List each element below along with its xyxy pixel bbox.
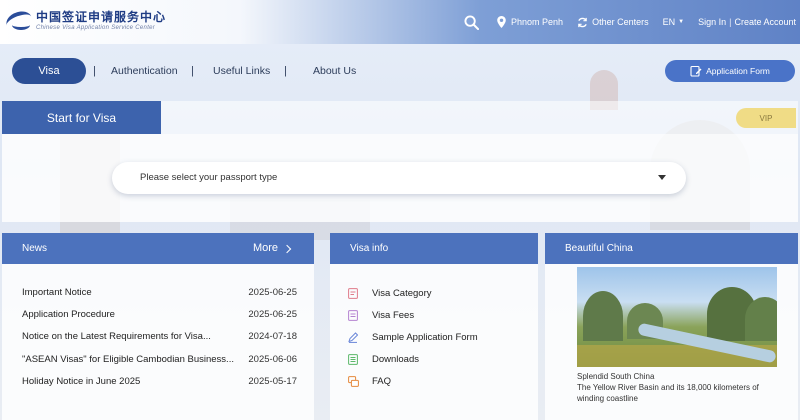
nav-separator: |: [191, 65, 194, 77]
news-item[interactable]: "ASEAN Visas" for Eligible Cambodian Bus…: [22, 348, 297, 370]
create-account-link[interactable]: Create Account: [734, 17, 796, 27]
start-for-visa-tab[interactable]: Start for Visa: [2, 101, 161, 134]
chevron-down-icon: ▼: [678, 19, 685, 25]
visa-info-item-fees[interactable]: Visa Fees: [348, 304, 478, 326]
visa-info-panel: Visa info Visa Category Visa Fees Sample…: [330, 233, 538, 420]
location-pin-icon: [497, 16, 506, 28]
news-title: News: [22, 243, 48, 254]
nav-useful-links[interactable]: Useful Links: [213, 58, 270, 84]
news-item-title: "ASEAN Visas" for Eligible Cambodian Bus…: [22, 353, 234, 365]
other-centers-label: Other Centers: [592, 17, 649, 27]
downloads-icon: [348, 353, 358, 365]
sign-in-link[interactable]: Sign In: [698, 17, 726, 27]
location-label: Phnom Penh: [511, 17, 564, 27]
visa-info-label: Downloads: [372, 353, 419, 365]
photo-caption-title: Splendid South China: [577, 372, 655, 381]
news-item-date: 2025-05-17: [248, 376, 297, 388]
search-icon: [464, 14, 480, 30]
visa-info-label: Sample Application Form: [372, 331, 478, 343]
news-item-title: Application Procedure: [22, 309, 115, 321]
location-selector[interactable]: Phnom Penh: [497, 16, 563, 28]
visa-info-label: Visa Fees: [372, 309, 415, 321]
news-item[interactable]: Important Notice 2025-06-25: [22, 281, 297, 303]
news-item-title: Notice on the Latest Requirements for Vi…: [22, 331, 211, 343]
news-item-date: 2024-07-18: [248, 331, 297, 343]
beautiful-china-title: Beautiful China: [565, 243, 633, 254]
visa-info-item-category[interactable]: Visa Category: [348, 282, 478, 304]
visa-info-title: Visa info: [350, 243, 389, 254]
chevron-right-icon: [282, 244, 292, 253]
news-panel: News More Important Notice 2025-06-25 Ap…: [2, 233, 314, 420]
more-label: More: [252, 242, 278, 254]
nav-visa[interactable]: Visa: [12, 58, 86, 84]
start-visa-bar: Start for Visa VIP: [2, 101, 798, 134]
logo-english-text: Chinese Visa Application Service Center: [36, 25, 156, 31]
nav-about-us[interactable]: About Us: [313, 58, 356, 84]
landscape-photo[interactable]: [577, 267, 777, 367]
application-form-button[interactable]: Application Form: [665, 60, 795, 82]
visa-fees-icon: [348, 309, 358, 321]
logo-chinese-text: 中国签证申请服务中心: [36, 10, 167, 24]
passport-type-select[interactable]: Please select your passport type: [112, 162, 686, 194]
search-button[interactable]: [464, 14, 480, 30]
logo-mark-icon: [3, 8, 35, 34]
nav-separator: |: [284, 65, 287, 77]
nav-separator: |: [93, 65, 96, 77]
visa-info-label: FAQ: [372, 375, 392, 387]
visa-info-item-faq[interactable]: FAQ: [348, 370, 478, 392]
vip-button[interactable]: VIP: [736, 108, 796, 128]
photo-caption-text: The Yellow River Basin and its 18,000 ki…: [577, 383, 759, 403]
top-header: 中国签证申请服务中心 Chinese Visa Application Serv…: [0, 0, 800, 44]
application-form-label: Application Form: [706, 66, 770, 76]
language-selector[interactable]: EN ▼: [663, 17, 684, 27]
nav-authentication[interactable]: Authentication: [111, 58, 178, 84]
news-item[interactable]: Holiday Notice in June 2025 2025-05-17: [22, 371, 297, 393]
language-label: EN: [662, 17, 676, 27]
news-item-date: 2025-06-25: [248, 286, 297, 298]
faq-icon: [348, 375, 359, 387]
news-more-link[interactable]: More: [252, 233, 292, 264]
visa-info-item-sample-form[interactable]: Sample Application Form: [348, 326, 478, 348]
caret-down-icon: [658, 175, 666, 180]
news-item[interactable]: Notice on the Latest Requirements for Vi…: [22, 326, 297, 348]
visa-info-item-downloads[interactable]: Downloads: [348, 348, 478, 370]
main-nav: Visa | Authentication | Useful Links | A…: [0, 58, 800, 86]
visa-category-icon: [348, 287, 358, 299]
news-item-title: Important Notice: [22, 286, 92, 298]
passport-type-placeholder: Please select your passport type: [140, 172, 278, 183]
other-centers-link[interactable]: Other Centers: [577, 17, 649, 28]
sample-form-icon: [348, 331, 359, 343]
news-item-date: 2025-06-25: [248, 309, 297, 321]
news-item-title: Holiday Notice in June 2025: [22, 376, 141, 388]
refresh-icon: [578, 17, 587, 27]
header-separator: |: [729, 17, 732, 27]
site-logo[interactable]: 中国签证申请服务中心 Chinese Visa Application Serv…: [3, 8, 167, 34]
visa-info-label: Visa Category: [372, 287, 432, 299]
beautiful-china-panel: Beautiful China Splendid South China The…: [545, 233, 798, 420]
news-item[interactable]: Application Procedure 2025-06-25: [22, 303, 297, 325]
edit-form-icon: [690, 65, 702, 77]
news-item-date: 2025-06-06: [248, 353, 297, 365]
